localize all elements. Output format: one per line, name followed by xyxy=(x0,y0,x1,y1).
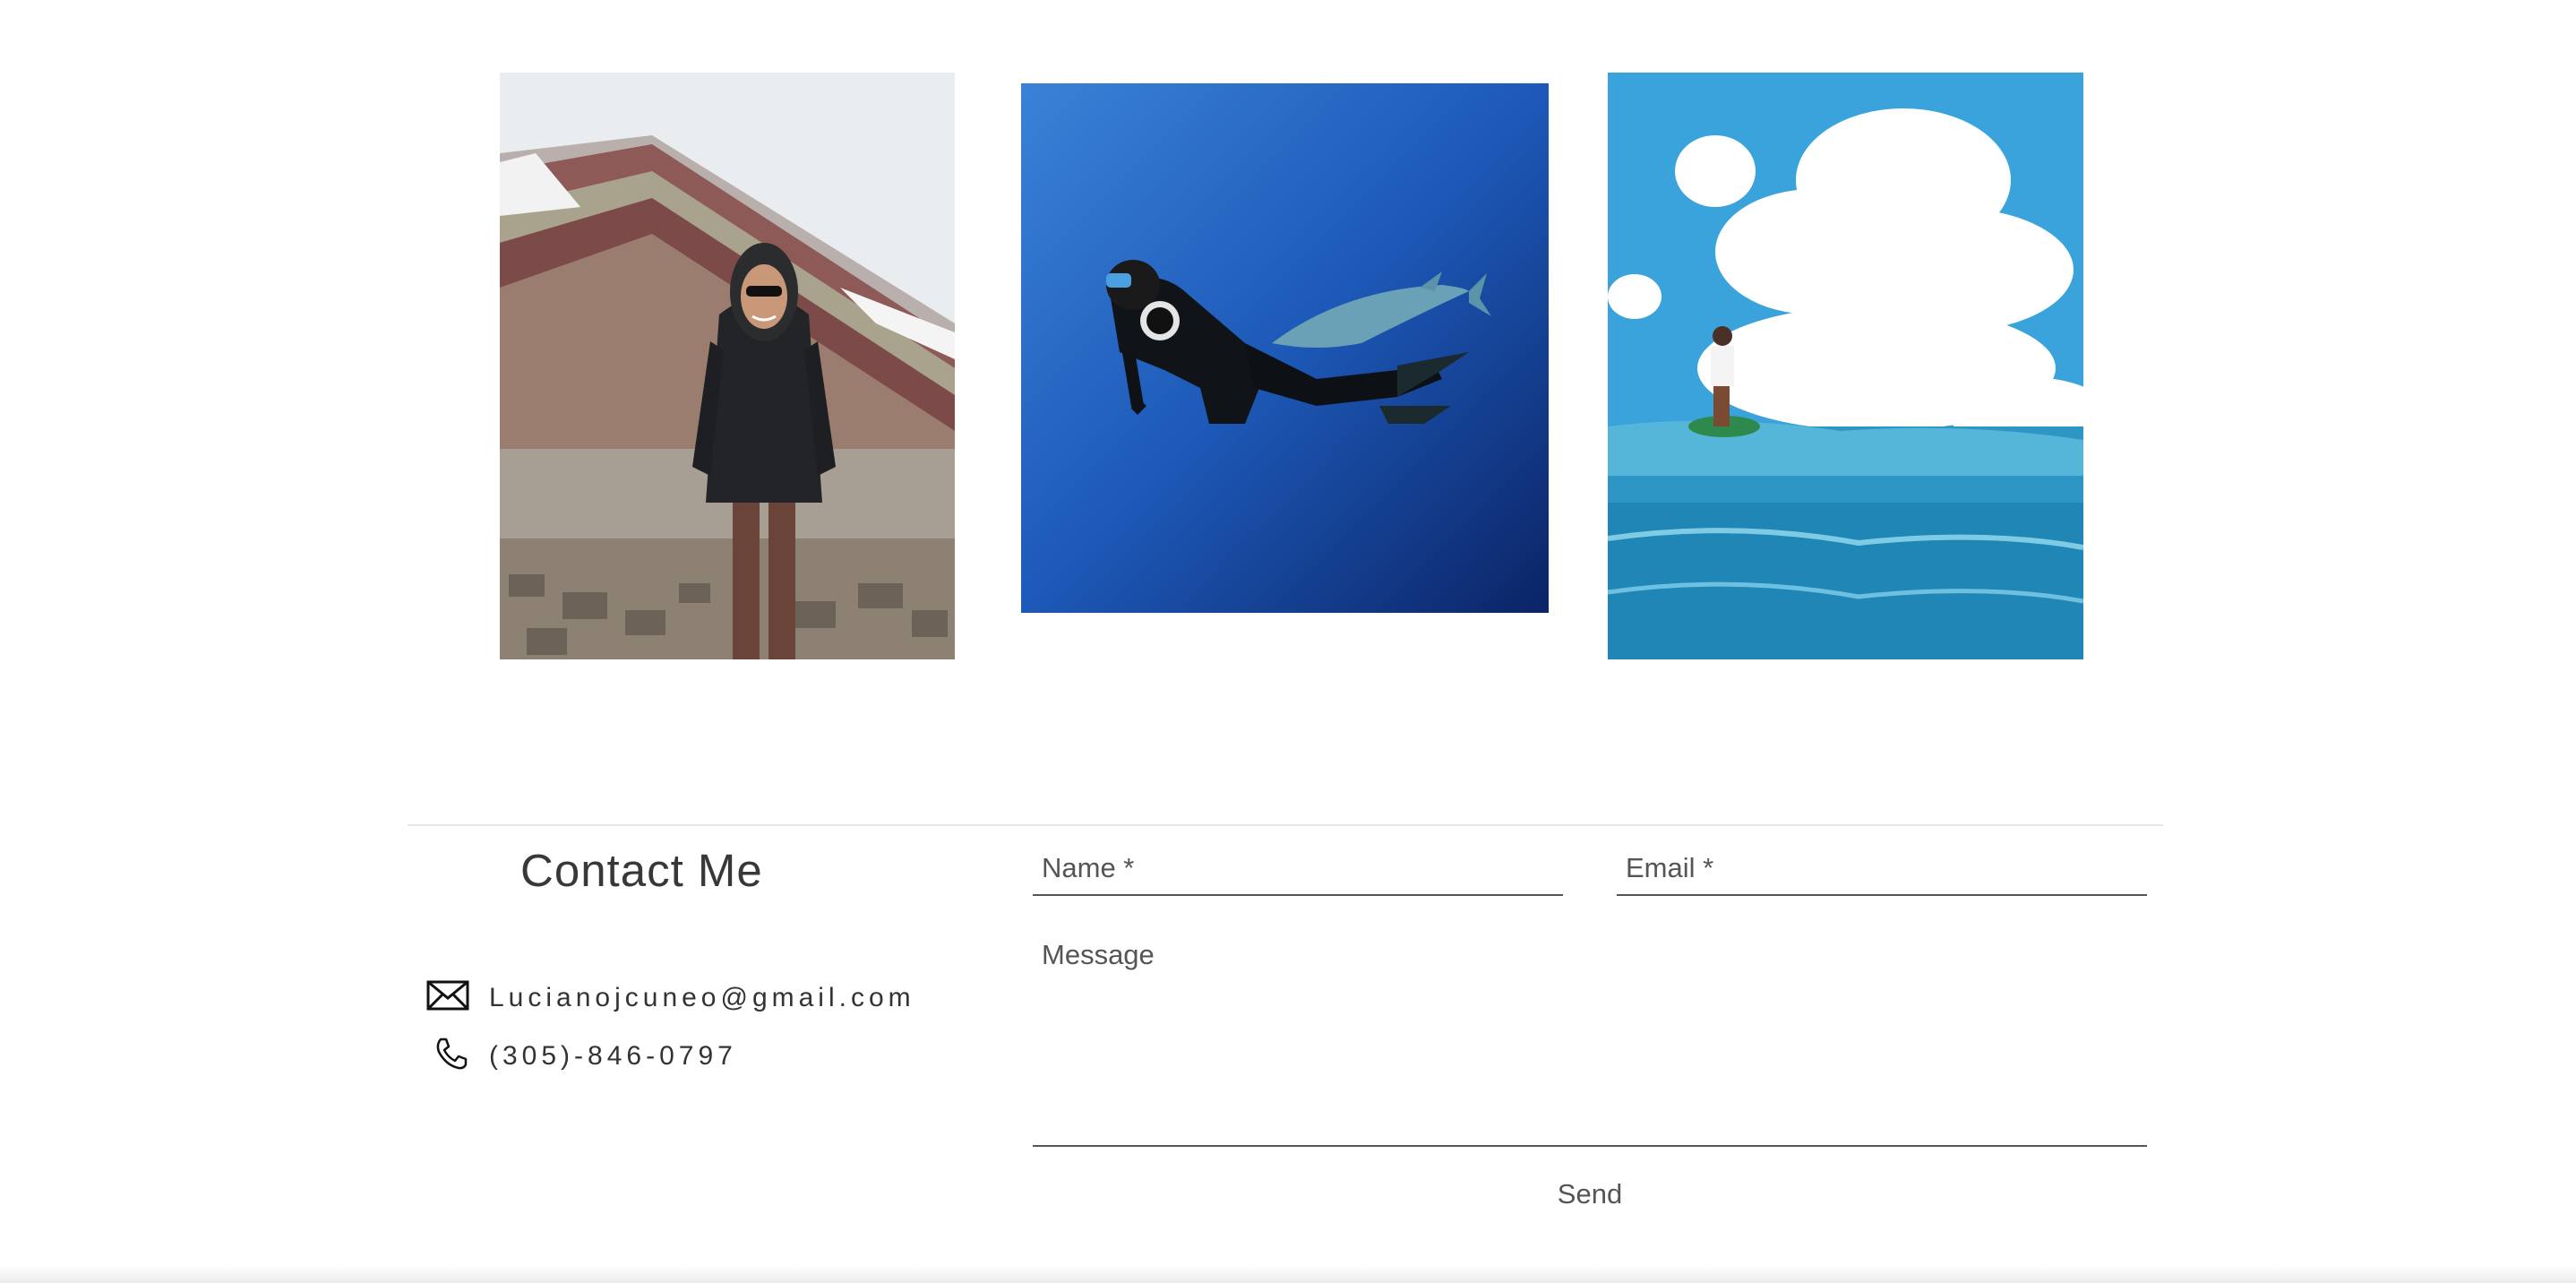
contact-phone-row: (305)-846-0797 xyxy=(434,1036,737,1076)
contact-phone-text[interactable]: (305)-846-0797 xyxy=(489,1041,737,1072)
message-field[interactable] xyxy=(1033,932,2147,1147)
contact-email-text[interactable]: Lucianojcuneo@gmail.com xyxy=(489,983,915,1013)
freediver-shark-photo xyxy=(1021,83,1549,613)
email-field[interactable] xyxy=(1617,842,2147,896)
surfer-wave-photo xyxy=(1608,73,2083,659)
contact-heading: Contact Me xyxy=(520,845,763,896)
envelope-icon xyxy=(426,980,469,1015)
phone-icon xyxy=(434,1036,469,1076)
name-field[interactable] xyxy=(1033,842,1563,896)
section-divider xyxy=(408,824,2163,826)
send-button[interactable]: Send xyxy=(1523,1172,1657,1217)
page-bottom-edge xyxy=(0,1265,2576,1283)
mountain-portrait-photo xyxy=(500,73,955,659)
contact-email-row: Lucianojcuneo@gmail.com xyxy=(426,980,915,1015)
